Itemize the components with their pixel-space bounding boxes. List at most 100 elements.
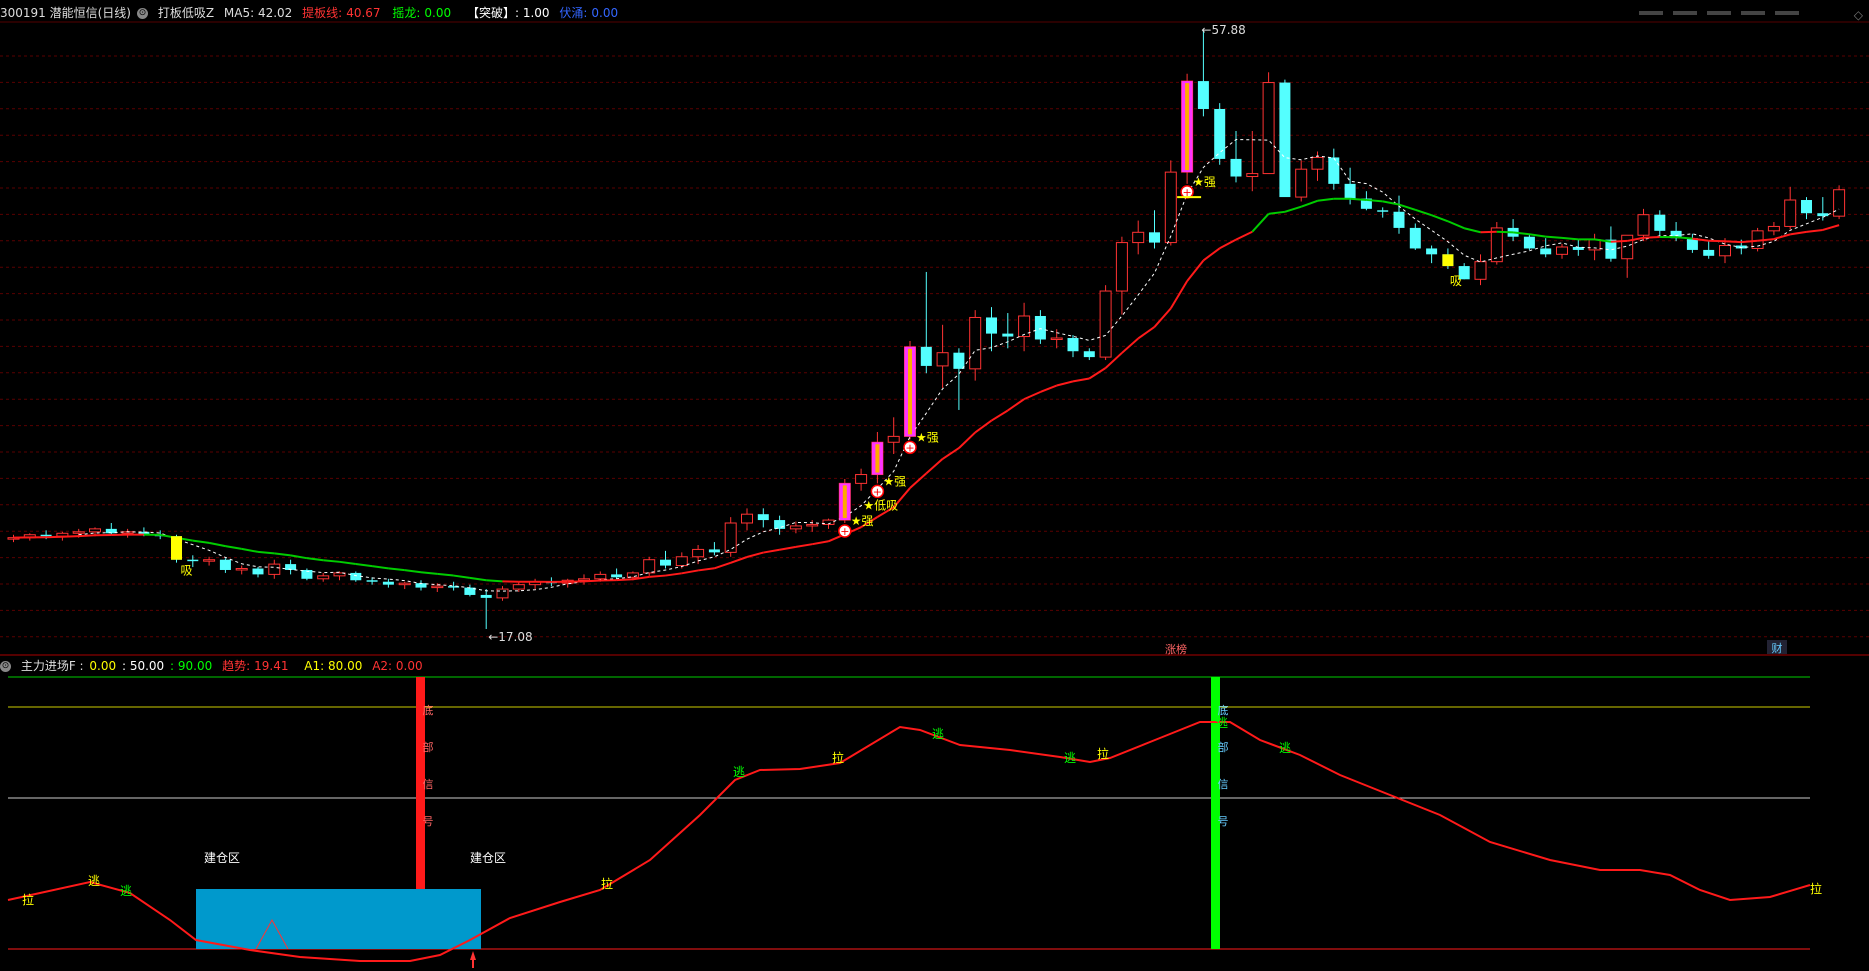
- fuyong-label: 伏涌:: [559, 6, 588, 20]
- plus-glyph: +: [840, 525, 849, 538]
- signal-char: 部: [423, 740, 434, 754]
- ind-v1: 0.00: [89, 659, 117, 673]
- candle-body: [512, 584, 525, 590]
- candle-body: [317, 575, 330, 580]
- stock-title[interactable]: 300191 潜能恒信(日线): [0, 6, 131, 20]
- trend-line-segment: [583, 579, 601, 583]
- trend-line-segment: [1350, 197, 1367, 201]
- collapse-icon[interactable]: ⊙: [0, 661, 11, 672]
- indicator-header: ⊙ 主力进场F : 0.00 : 50.00 : 90.00 趋势: 19.41 …: [0, 657, 429, 675]
- signal-char: 部: [1218, 740, 1229, 754]
- plus-glyph: +: [905, 441, 914, 454]
- signal-char: 底: [1218, 703, 1229, 717]
- candle-body: [1230, 158, 1242, 177]
- candle-body: [1637, 214, 1650, 236]
- trend-line-segment: [616, 578, 633, 582]
- candle-body: [986, 317, 997, 334]
- trend-line-segment: [1121, 337, 1139, 354]
- trend-line-segment: [62, 535, 79, 538]
- trend-line-segment: [795, 543, 813, 548]
- strong-candle-core: [908, 348, 912, 435]
- candle-body: [675, 556, 688, 567]
- jiancang-label-1: 建仓区: [204, 851, 240, 865]
- candle-body: [1197, 81, 1209, 109]
- candle-body: [774, 520, 786, 529]
- trend-line-segment: [404, 569, 422, 574]
- trend-line-segment: [1186, 259, 1205, 282]
- trend-line-segment: [649, 574, 666, 578]
- trend-line-segment: [1676, 236, 1693, 240]
- trend-line-segment: [1496, 230, 1514, 234]
- jiancang-zone: [196, 889, 481, 949]
- trend-line-segment: [1251, 213, 1270, 233]
- curve-signal-label: 逃: [1216, 716, 1228, 730]
- candle-body: [1654, 214, 1666, 231]
- trend-line-segment: [355, 563, 373, 568]
- trend-line-segment: [746, 551, 764, 558]
- candle-body: [1050, 337, 1063, 340]
- settings-icon[interactable]: ⊙: [137, 8, 148, 19]
- strong-candle-core: [842, 485, 847, 519]
- candle-body: [1067, 338, 1079, 352]
- trend-line-segment: [1169, 280, 1188, 309]
- trend-line-segment: [681, 569, 699, 575]
- trend-line-segment: [1284, 205, 1302, 213]
- candle-body: [382, 581, 394, 585]
- trend-line-segment: [1773, 233, 1791, 241]
- trend-line-segment: [1790, 230, 1807, 236]
- candle-body: [741, 513, 753, 524]
- candle-body: [1767, 225, 1780, 232]
- candle-body: [268, 563, 281, 575]
- candle-body: [1344, 183, 1356, 199]
- candle-body: [920, 346, 932, 366]
- candle-body: [692, 548, 705, 558]
- trend-line-segment: [1382, 200, 1400, 206]
- trend-line-segment: [1431, 214, 1449, 223]
- candle-body: [1164, 171, 1177, 244]
- candle-body: [1474, 261, 1487, 280]
- candle-body: [789, 525, 802, 530]
- ma5-value: MA5: 42.02: [223, 6, 293, 20]
- trend-line-segment: [1366, 198, 1383, 203]
- candle-body: [708, 549, 720, 553]
- signal-char: 号: [1218, 815, 1229, 828]
- a1-value: A1: 80.00: [304, 659, 363, 673]
- yaolong-value: 0.00: [424, 6, 452, 20]
- dixi-label: ★低吸: [863, 498, 898, 512]
- trend-line-segment: [323, 559, 340, 563]
- candle-body: [252, 568, 264, 575]
- xi-candle: [171, 536, 182, 560]
- candle-body: [89, 528, 101, 533]
- signal-char: 号: [423, 815, 434, 828]
- candle-body: [235, 568, 248, 571]
- trend-line-segment: [1561, 236, 1579, 241]
- candle-body: [660, 559, 671, 566]
- candle-body: [1132, 231, 1145, 244]
- trend-line-segment: [1529, 233, 1546, 238]
- trend-line-segment: [714, 561, 732, 570]
- trend-line-segment: [208, 541, 226, 548]
- indicator-name[interactable]: 打板低吸Z: [158, 6, 214, 20]
- trend-line-segment: [925, 458, 944, 475]
- trend-line-segment: [1463, 227, 1481, 234]
- candle-body: [219, 559, 231, 570]
- candle-body: [806, 523, 819, 527]
- trend-line-segment: [1806, 228, 1823, 233]
- indicator-panel: 建仓区 建仓区底部信号底部信号拉逃逃 拉逃拉逃逃 拉逃逃拉: [7, 676, 1822, 968]
- candle-body: [1540, 248, 1552, 255]
- trend-line-segment: [274, 552, 291, 557]
- trend-line-segment: [1268, 210, 1286, 215]
- curve-signal-label: 拉: [1810, 881, 1822, 896]
- candle-body: [366, 580, 378, 582]
- trend-line-segment: [469, 576, 487, 582]
- indicator-title[interactable]: 主力进场F :: [21, 659, 84, 673]
- chart-canvas: +★强+★强+★强+★强★低吸吸吸←57.88←17.08★操盘线涨榜财 建仓区…: [0, 21, 1869, 968]
- curve-signal-label: 拉: [601, 876, 613, 891]
- candle-body: [1262, 82, 1275, 175]
- qiang-label: ★强: [916, 430, 939, 444]
- candle-body: [1083, 351, 1095, 358]
- trend-line-segment: [974, 419, 993, 434]
- trend-value: 19.41: [254, 659, 289, 673]
- trend-line-segment: [420, 571, 438, 575]
- candle-body: [969, 316, 982, 370]
